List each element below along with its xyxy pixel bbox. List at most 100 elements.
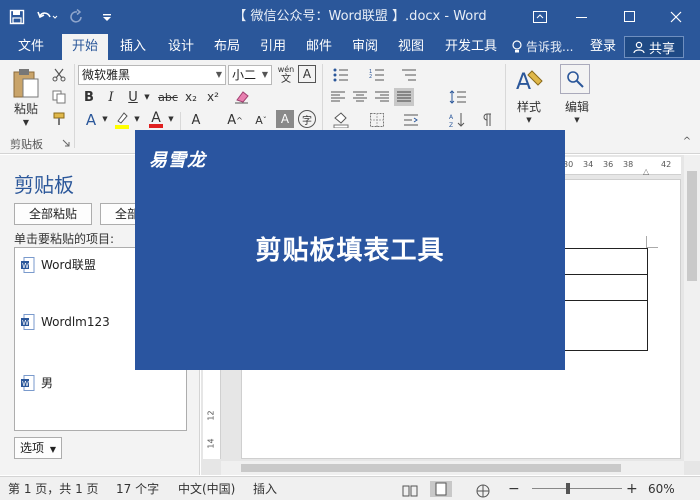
font-size-combo[interactable]: 小二 ▼	[228, 65, 272, 85]
tab-insert[interactable]: 插入	[112, 34, 154, 60]
ruler-tick: 34	[583, 160, 594, 169]
character-border-icon[interactable]: A	[298, 65, 316, 83]
shading-icon[interactable]	[330, 110, 352, 130]
cut-icon[interactable]	[50, 66, 68, 84]
styles-button[interactable]: 样式	[508, 98, 550, 114]
font-color-button[interactable]: A	[186, 110, 206, 130]
language-indicator[interactable]: 中文(中国)	[178, 477, 235, 500]
status-bar: 第 1 页，共 1 页 17 个字 中文(中国) 插入 − + 60%	[0, 476, 700, 500]
underline-button[interactable]: U	[124, 88, 142, 106]
editing-button[interactable]: 编辑	[556, 98, 598, 114]
justify-icon[interactable]	[394, 88, 414, 106]
find-icon[interactable]	[560, 64, 590, 94]
ribbon-display-icon[interactable]	[520, 0, 560, 34]
font-name-combo[interactable]: 微软雅黑 ▼	[78, 65, 226, 85]
tab-view[interactable]: 视图	[390, 34, 432, 60]
line-spacing-icon[interactable]	[446, 88, 470, 106]
options-button[interactable]: 选项 ▼	[14, 437, 62, 459]
clear-formatting-icon[interactable]	[232, 88, 252, 106]
superscript-button[interactable]: x²	[204, 88, 222, 106]
zoom-in-icon[interactable]: +	[626, 477, 638, 500]
text-effects-dropdown-icon[interactable]: ▼	[100, 112, 110, 126]
zoom-level[interactable]: 60%	[648, 477, 675, 500]
horizontal-scroll-thumb[interactable]	[241, 464, 621, 472]
enclose-characters-icon[interactable]: 字	[298, 110, 316, 128]
sort-icon[interactable]: AZ	[446, 110, 468, 130]
tab-design[interactable]: 设计	[160, 34, 202, 60]
clipboard-item[interactable]: W Wordlm123	[21, 314, 110, 330]
tab-layout[interactable]: 布局	[206, 34, 248, 60]
shrink-font-icon[interactable]: Aˇ	[250, 110, 272, 130]
paste-button[interactable]: 粘贴	[8, 100, 44, 116]
pane-hint: 单击要粘贴的项目:	[14, 232, 115, 246]
bold-button[interactable]: B	[80, 88, 98, 106]
share-button[interactable]: 共享	[624, 36, 684, 58]
minimize-icon[interactable]	[562, 0, 602, 34]
collapse-ribbon-icon[interactable]: ^	[680, 134, 694, 148]
vertical-scrollbar[interactable]	[684, 155, 700, 461]
customize-dropdown-icon[interactable]	[94, 4, 120, 30]
tab-references[interactable]: 引用	[252, 34, 294, 60]
clipboard-icon[interactable]	[10, 66, 42, 100]
underline-dropdown-icon[interactable]: ▼	[142, 90, 152, 104]
page-count[interactable]: 第 1 页，共 1 页	[8, 477, 99, 500]
italic-button[interactable]: I	[102, 88, 120, 106]
font-color-dropdown-icon[interactable]: ▼	[166, 112, 176, 126]
format-painter-icon[interactable]	[50, 110, 68, 128]
highlight-color-icon[interactable]	[112, 110, 132, 130]
horizontal-scrollbar[interactable]	[221, 461, 684, 475]
tab-developer[interactable]: 开发工具	[438, 34, 504, 60]
align-left-icon[interactable]	[328, 88, 348, 106]
text-effects-icon[interactable]: A	[80, 110, 102, 130]
login-link[interactable]: 登录	[590, 34, 616, 60]
font-color-icon[interactable]: A	[146, 110, 166, 130]
multilevel-list-icon[interactable]	[398, 66, 420, 84]
options-dropdown-icon: ▼	[49, 445, 56, 454]
font-size-dropdown-icon[interactable]: ▼	[262, 66, 268, 84]
phonetic-guide-button[interactable]: wén 文	[276, 64, 296, 86]
subscript-button[interactable]: x₂	[182, 88, 200, 106]
clipboard-launcher-icon[interactable]	[60, 137, 72, 149]
close-icon[interactable]	[656, 0, 696, 34]
clipboard-item[interactable]: W 男	[21, 374, 53, 391]
read-mode-icon[interactable]	[402, 482, 418, 497]
show-marks-icon[interactable]	[476, 110, 498, 130]
paste-dropdown-icon[interactable]: ▼	[18, 116, 34, 128]
paste-all-button[interactable]: 全部粘贴	[14, 203, 92, 225]
web-layout-icon[interactable]	[476, 482, 490, 498]
zoom-slider-knob[interactable]	[566, 483, 570, 494]
print-layout-icon[interactable]	[430, 481, 452, 497]
vertical-scroll-thumb[interactable]	[687, 171, 697, 281]
copy-icon[interactable]	[50, 88, 68, 106]
strikethrough-button[interactable]: abc	[156, 88, 180, 106]
save-icon[interactable]	[4, 4, 30, 30]
align-center-icon[interactable]	[350, 88, 370, 106]
numbering-icon[interactable]: 12	[366, 66, 388, 84]
tab-home[interactable]: 开始	[62, 34, 108, 60]
tell-me-box[interactable]: 告诉我...	[512, 34, 573, 60]
tab-file[interactable]: 文件	[8, 34, 54, 60]
undo-icon[interactable]	[34, 4, 60, 30]
tab-mailings[interactable]: 邮件	[298, 34, 340, 60]
margin-mark	[646, 236, 658, 248]
clipboard-item[interactable]: W Word联盟	[21, 256, 96, 273]
align-right-icon[interactable]	[372, 88, 392, 106]
insert-mode[interactable]: 插入	[253, 477, 277, 500]
tab-review[interactable]: 审阅	[344, 34, 386, 60]
indent-marker-icon[interactable]: △	[643, 167, 649, 176]
maximize-icon[interactable]	[610, 0, 650, 34]
grow-font-icon[interactable]: A ^	[224, 110, 246, 130]
word-count[interactable]: 17 个字	[116, 477, 159, 500]
styles-dropdown-icon[interactable]: ▼	[522, 114, 536, 126]
borders-icon[interactable]	[366, 110, 388, 130]
zoom-slider-track[interactable]	[532, 488, 622, 489]
bullets-icon[interactable]	[330, 66, 352, 84]
highlight-dropdown-icon[interactable]: ▼	[132, 112, 142, 126]
zoom-out-icon[interactable]: −	[508, 477, 520, 500]
font-name-dropdown-icon[interactable]: ▼	[216, 66, 222, 84]
redo-icon[interactable]	[64, 4, 90, 30]
chinese-layout-icon[interactable]	[400, 110, 422, 130]
styles-icon[interactable]: A	[512, 66, 546, 96]
editing-dropdown-icon[interactable]: ▼	[570, 114, 584, 126]
character-shading-icon[interactable]: A	[276, 110, 294, 128]
